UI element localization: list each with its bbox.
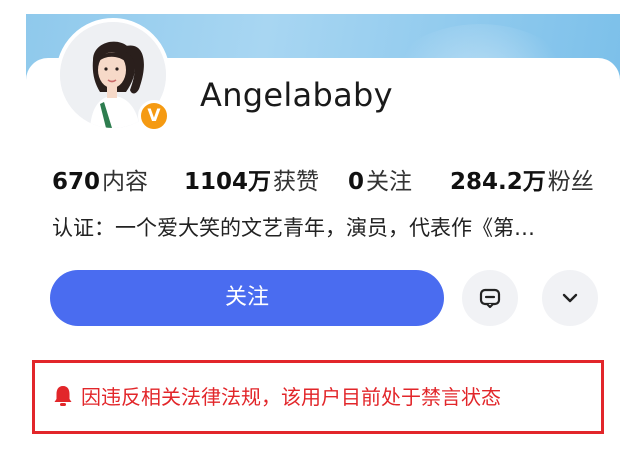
message-button[interactable] — [462, 270, 518, 326]
message-icon — [479, 288, 501, 309]
stat-following-value: 0 — [348, 169, 365, 195]
stat-followers-label: 粉丝 — [547, 169, 594, 195]
bell-icon — [54, 386, 72, 406]
ban-notice: 因违反相关法律法规，该用户目前处于禁言状态 — [32, 360, 604, 434]
stat-followers-value: 284.2万 — [450, 169, 546, 195]
stat-posts[interactable]: 670内容 — [52, 162, 148, 196]
stat-likes[interactable]: 1104万获赞 — [184, 162, 319, 196]
stats-row: 670内容 1104万获赞 0关注 284.2万粉丝 — [52, 162, 612, 196]
bio-text[interactable]: 认证：一个爱大笑的文艺青年，演员，代表作《第… — [52, 212, 592, 242]
chevron-down-icon — [562, 293, 578, 303]
stat-followers[interactable]: 284.2万粉丝 — [450, 162, 594, 196]
stat-following-label: 关注 — [366, 169, 413, 195]
stat-likes-label: 获赞 — [273, 169, 320, 195]
stat-likes-value: 1104万 — [184, 169, 272, 195]
verified-badge-icon: V — [138, 100, 170, 132]
more-options-button[interactable] — [542, 270, 598, 326]
ban-notice-text: 因违反相关法律法规，该用户目前处于禁言状态 — [81, 385, 501, 409]
profile-screen: V Angelababy 670内容 1104万获赞 0关注 284.2万粉丝 … — [0, 0, 640, 469]
stat-posts-value: 670 — [52, 169, 101, 195]
username: Angelababy — [200, 76, 393, 114]
follow-button[interactable]: 关注 — [50, 270, 444, 326]
stat-following[interactable]: 0关注 — [348, 162, 412, 196]
stat-posts-label: 内容 — [102, 169, 149, 195]
